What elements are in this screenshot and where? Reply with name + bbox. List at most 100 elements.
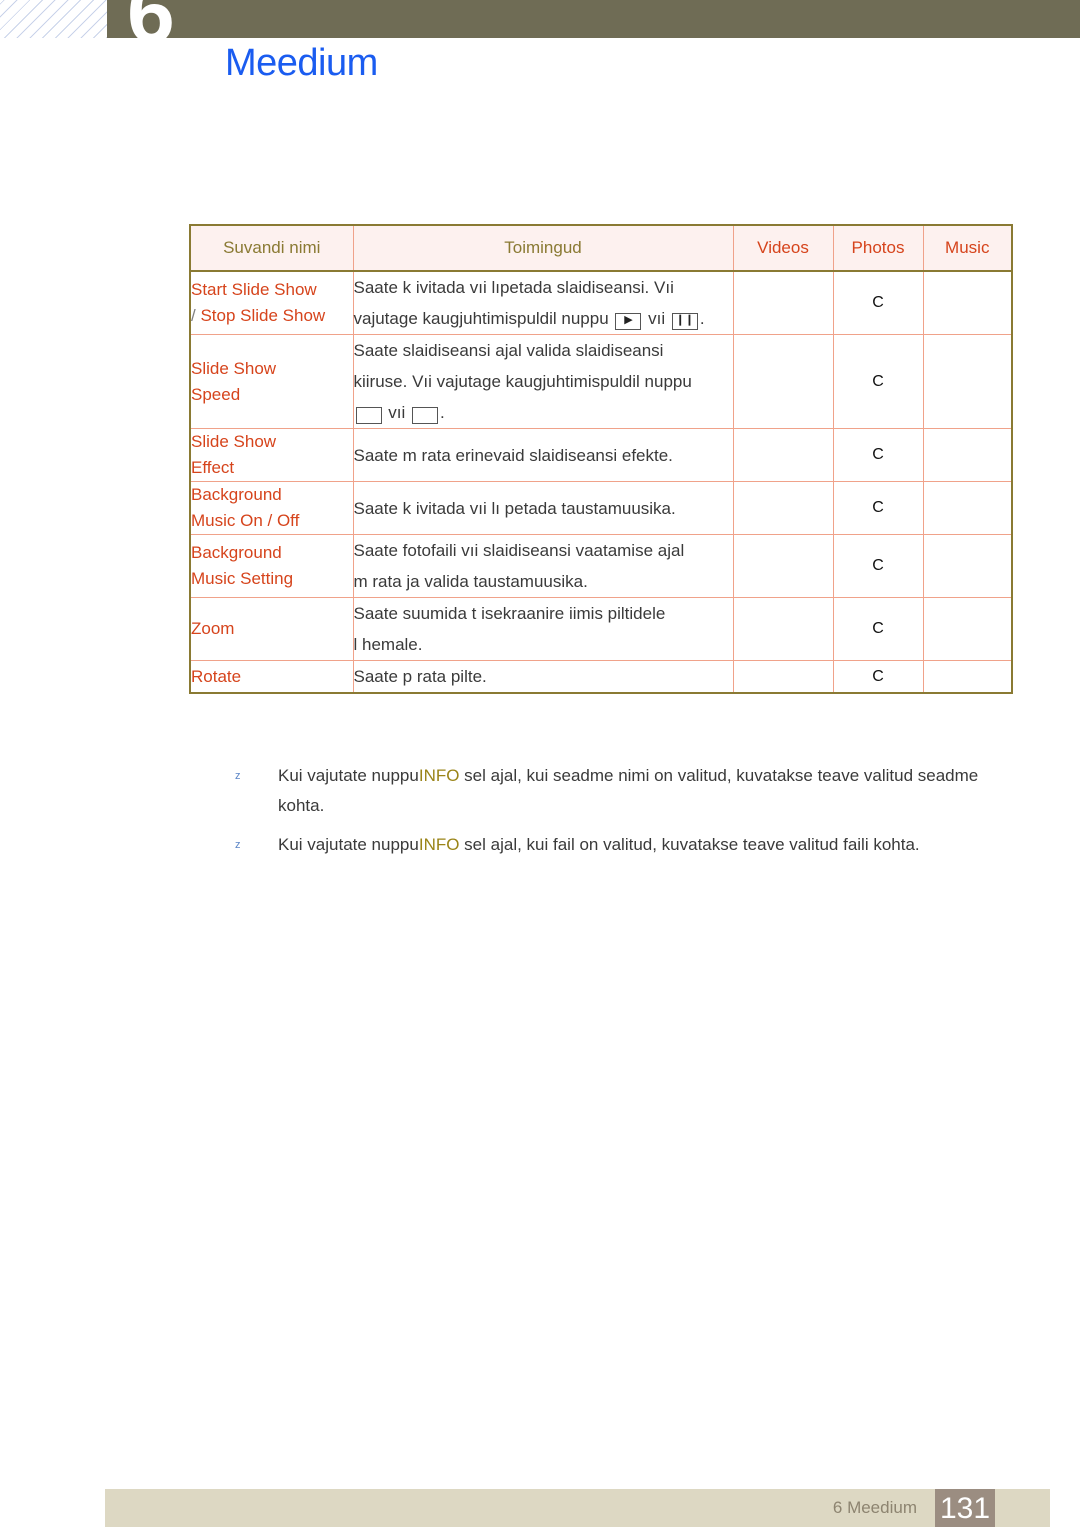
table-row: Zoom Saate suumida t isekraanire iimis pi…: [189, 597, 1013, 661]
note-text: Kui vajutate nuppuINFO sel ajal, kui sea…: [278, 761, 1012, 821]
footer-page-number: 131: [939, 1492, 991, 1525]
option-description-cell: Saate suumida t isekraanire iimis piltid…: [352, 597, 734, 661]
music-support-cell: [922, 481, 1013, 535]
note-keyword: INFO: [418, 835, 460, 854]
option-name-cell: Background Music Setting: [189, 534, 354, 598]
description-conjunction: vıi: [648, 309, 666, 328]
description-line: Saate suumida t isekraanire iimis piltid…: [353, 604, 666, 623]
option-description-cell: Saate fotofaili vıi slaidiseansi vaatami…: [352, 534, 734, 598]
description-line: Saate k ivitada vıi lı petada taustamuus…: [353, 498, 676, 518]
option-name-cell: Start Slide Show / Stop Slide Show: [189, 270, 354, 335]
description-conjunction: vıi: [388, 403, 406, 422]
description-line: kiiruse. Vıi vajutage kaugjuhtimispuldil…: [353, 372, 692, 391]
description-line: vajutage kaugjuhtimispuldil nuppu: [353, 309, 609, 328]
option-name-cell: Zoom: [189, 597, 354, 661]
option-name-part: Stop Slide Show: [200, 306, 326, 325]
column-header-photos: Photos: [832, 224, 924, 272]
option-name-part: Music Setting: [191, 569, 294, 588]
footer-chapter-label: 6 Meedium: [832, 1498, 917, 1517]
table-row: Slide Show Speed Saate slaidiseansi ajal v…: [189, 334, 1013, 429]
photos-support-cell: C: [832, 334, 924, 429]
videos-support-cell: [732, 428, 834, 482]
option-description-cell: Saate m rata erinevaid slaidiseansi efek…: [352, 428, 734, 482]
music-support-cell: [922, 534, 1013, 598]
description-line: Saate p rata pilte.: [353, 667, 487, 686]
option-name-cell: Slide Show Speed: [189, 334, 354, 429]
page-footer: 6 Meedium 131: [105, 1489, 1050, 1527]
option-name-part: Music On / Off: [191, 511, 300, 530]
note-text: Kui vajutate nuppuINFO sel ajal, kui fai…: [278, 830, 1012, 860]
table-body: Start Slide Show / Stop Slide Show Saate k…: [189, 270, 1013, 694]
option-name-cell: Slide Show Effect: [189, 428, 354, 482]
photos-support-cell: C: [832, 428, 924, 482]
column-header-music: Music: [922, 224, 1013, 272]
table-header-row: Suvandi nimi Toimingud Videos Photos Mus…: [189, 224, 1013, 272]
table-row: Slide Show Effect Saate m rata erinevaid s…: [189, 428, 1013, 482]
videos-support-cell: [732, 534, 834, 598]
music-support-cell: [922, 334, 1013, 429]
option-name-part: Effect: [191, 458, 235, 477]
option-name-part: Background: [191, 543, 282, 562]
option-description-cell: Saate slaidiseansi ajal valida slaidisea…: [352, 334, 734, 429]
photos-support-cell: C: [832, 597, 924, 661]
photos-support-cell: C: [832, 270, 924, 335]
videos-support-cell: [732, 270, 834, 335]
description-line: Saate fotofaili vıi slaidiseansi vaatami…: [353, 541, 685, 560]
option-name-part: Slide Show: [191, 432, 277, 451]
column-header-videos: Videos: [732, 224, 834, 272]
description-line: Saate slaidiseansi ajal valida slaidisea…: [353, 341, 664, 360]
music-support-cell: [922, 597, 1013, 661]
description-line: Saate m rata erinevaid slaidiseansi efek…: [353, 445, 673, 465]
option-name-part: Slide Show: [191, 358, 277, 378]
table-row: Start Slide Show / Stop Slide Show Saate k…: [189, 270, 1013, 335]
table-row: Background Music Setting Saate fotofaili v…: [189, 534, 1013, 598]
note-item: z Kui vajutate nuppuINFO sel ajal, kui se…: [232, 761, 1012, 821]
option-description-cell: Saate k ivitada vıi lı petada taustamuus…: [352, 481, 734, 535]
videos-support-cell: [732, 597, 834, 661]
column-header-actions: Toimingud: [352, 224, 734, 272]
photos-support-cell: C: [832, 481, 924, 535]
page-title: Meedium: [225, 42, 378, 84]
media-options-table: Suvandi nimi Toimingud Videos Photos Mus…: [189, 224, 1013, 694]
option-description-cell: Saate p rata pilte.: [352, 660, 734, 694]
right-arrow-icon: .: [411, 407, 438, 424]
footer-page-box: 131: [935, 1489, 995, 1527]
description-line: .: [439, 403, 445, 422]
option-name-part: Zoom: [191, 619, 235, 638]
option-name-part: Speed: [191, 384, 241, 404]
description-line: m rata ja valida taustamuusika.: [353, 572, 588, 591]
videos-support-cell: [732, 660, 834, 694]
music-support-cell: [922, 428, 1013, 482]
option-name-cell: Background Music On / Off: [189, 481, 354, 535]
option-name-part: Start Slide Show: [191, 280, 317, 299]
play-icon: ▶: [615, 313, 642, 330]
decorative-hatch-pattern: [0, 0, 107, 38]
photos-support-cell: C: [832, 534, 924, 598]
column-header-option-name: Suvandi nimi: [189, 224, 354, 272]
photos-support-cell: C: [832, 660, 924, 694]
left-arrow-icon: .: [355, 407, 382, 424]
description-line: .: [699, 309, 705, 328]
option-name-part: Background: [191, 485, 282, 504]
description-line: Saate k ivitada vıi lıpetada slaidiseans…: [353, 278, 674, 297]
music-support-cell: [922, 660, 1013, 694]
note-keyword: INFO: [418, 766, 460, 785]
pause-icon: ❙❙: [671, 313, 698, 330]
option-name-cell: Rotate: [189, 660, 354, 694]
chapter-number: 6: [127, 0, 175, 38]
notes-list: z Kui vajutate nuppuINFO sel ajal, kui se…: [232, 761, 1012, 869]
note-text-pre: Kui vajutate nuppu: [278, 835, 419, 854]
table-row: Background Music On / Off Saate k ivitada …: [189, 481, 1013, 535]
note-item: z Kui vajutate nuppuINFO sel ajal, kui fa…: [232, 830, 1012, 860]
note-text-pre: Kui vajutate nuppu: [278, 766, 419, 785]
description-line: l hemale.: [353, 635, 423, 654]
videos-support-cell: [732, 481, 834, 535]
chapter-banner: 6: [107, 0, 1080, 38]
music-support-cell: [922, 270, 1013, 335]
note-bullet-icon: z: [235, 839, 241, 851]
videos-support-cell: [732, 334, 834, 429]
option-name-part: Rotate: [191, 666, 242, 686]
note-bullet-icon: z: [235, 770, 241, 782]
note-text-post: sel ajal, kui fail on valitud, kuvatakse…: [459, 835, 920, 854]
option-description-cell: Saate k ivitada vıi lıpetada slaidiseans…: [352, 270, 734, 335]
